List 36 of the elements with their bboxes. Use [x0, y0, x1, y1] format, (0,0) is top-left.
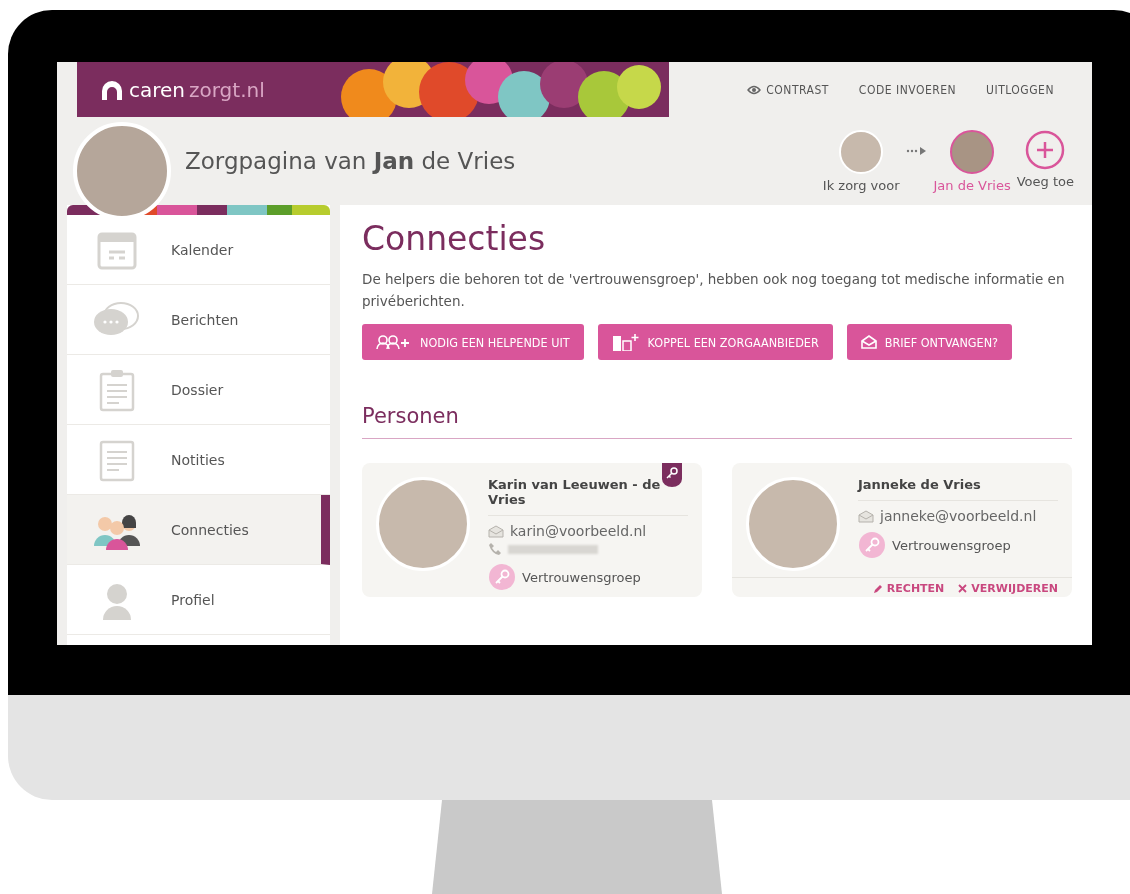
person-name: Janneke de Vries — [858, 477, 1058, 501]
description-text: De helpers die behoren tot de 'vertrouwensgroep', hebben ook nog toegang tot medische informatie en privéberichten. — [362, 270, 1066, 311]
person-switch[interactable]: Voeg toe — [1016, 129, 1074, 189]
action-button[interactable]: KOPPEL EEN ZORGAANBIEDER — [597, 324, 833, 360]
pencil-icon — [872, 583, 883, 594]
envelope-icon — [488, 524, 504, 538]
group-label: Vertrouwensgroep — [522, 569, 641, 585]
envelope-icon — [858, 509, 874, 523]
card-action-link[interactable]: RECHTEN — [872, 582, 945, 595]
email-text: janneke@voorbeeld.nl — [880, 508, 1037, 524]
nav-link[interactable]: CODE INVOEREN — [858, 82, 957, 97]
page-title: Zorgpagina van Jan de Vries — [185, 148, 516, 174]
nav-link[interactable]: CONTRAST — [747, 82, 829, 97]
eye-icon — [747, 84, 762, 95]
action-button[interactable]: BRIEF ONTVANGEN? — [846, 324, 1013, 360]
key-seal-icon — [858, 531, 886, 559]
section-heading: Personen — [362, 404, 1072, 439]
building-plus-icon — [611, 333, 640, 351]
dotted-arrow-icon — [905, 145, 928, 156]
action-button[interactable]: NODIG EEN HELPENDE UIT — [362, 324, 584, 360]
person-switch[interactable]: Ik zorg voor — [822, 129, 900, 193]
logo-arch-icon — [99, 78, 125, 101]
envelope-icon — [860, 335, 877, 349]
card-action-link[interactable]: VERWIJDEREN — [958, 582, 1058, 595]
plus-circle-icon — [1025, 129, 1066, 170]
email-text: karin@voorbeeld.nl — [510, 523, 647, 539]
key-seal-icon — [488, 563, 516, 591]
logo[interactable]: caren zorgt.nl — [77, 77, 265, 102]
nav-link[interactable]: UITLOGGEN — [986, 82, 1054, 97]
group-label: Vertrouwensgroep — [892, 537, 1011, 553]
sidebar-item[interactable]: Connecties — [67, 495, 330, 565]
section-title: Connecties — [362, 219, 547, 258]
person-name: Karin van Leeuwen - de Vries — [488, 477, 688, 516]
add-people-icon — [376, 334, 412, 350]
phone-icon — [488, 542, 502, 556]
close-icon — [958, 584, 968, 593]
